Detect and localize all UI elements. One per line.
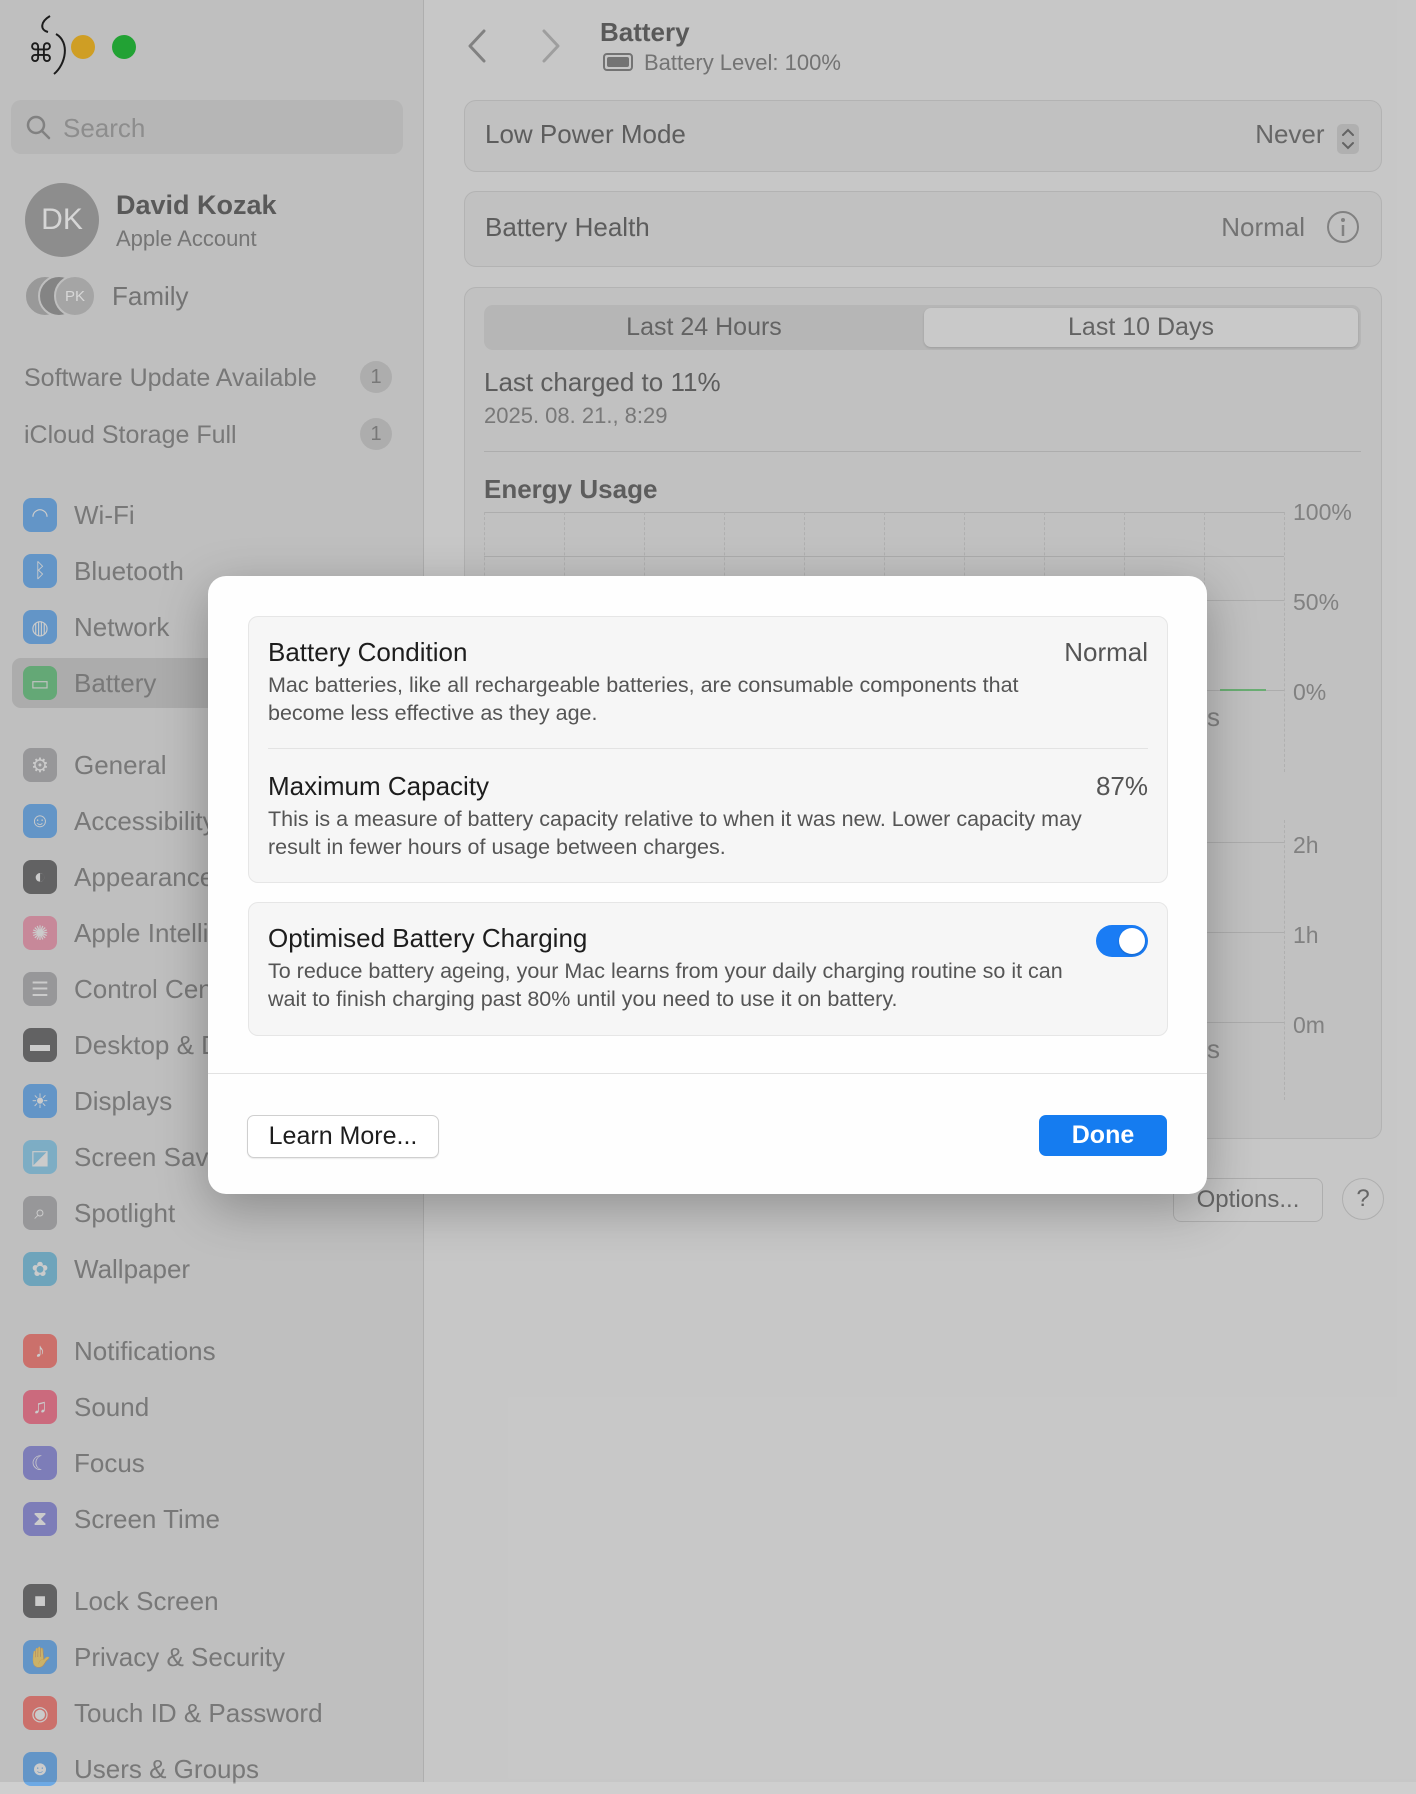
optimised-charging-description: To reduce battery ageing, your Mac learn… (268, 959, 1063, 1011)
maximum-capacity-title: Maximum Capacity (268, 771, 490, 801)
battery-condition-title: Battery Condition (268, 637, 468, 667)
battery-condition-value: Normal (1064, 637, 1148, 667)
optimised-charging-toggle[interactable] (1096, 925, 1148, 957)
optimised-charging-group: Optimised Battery Charging To reduce bat… (248, 902, 1168, 1036)
optimised-charging-title: Optimised Battery Charging (268, 923, 588, 953)
done-button[interactable]: Done (1039, 1115, 1167, 1156)
toggle-knob (1119, 928, 1145, 954)
battery-condition-description: Mac batteries, like all rechargeable bat… (268, 673, 1019, 725)
divider (268, 748, 1148, 749)
battery-info-group: Battery Condition Normal Mac batteries, … (248, 616, 1168, 883)
footer-divider (208, 1073, 1207, 1074)
learn-more-button[interactable]: Learn More... (247, 1115, 439, 1158)
maximum-capacity-value: 87% (1095, 771, 1148, 801)
battery-health-sheet: Battery Condition Normal Mac batteries, … (208, 576, 1207, 1194)
maximum-capacity-description: This is a measure of battery capacity re… (268, 807, 1082, 859)
